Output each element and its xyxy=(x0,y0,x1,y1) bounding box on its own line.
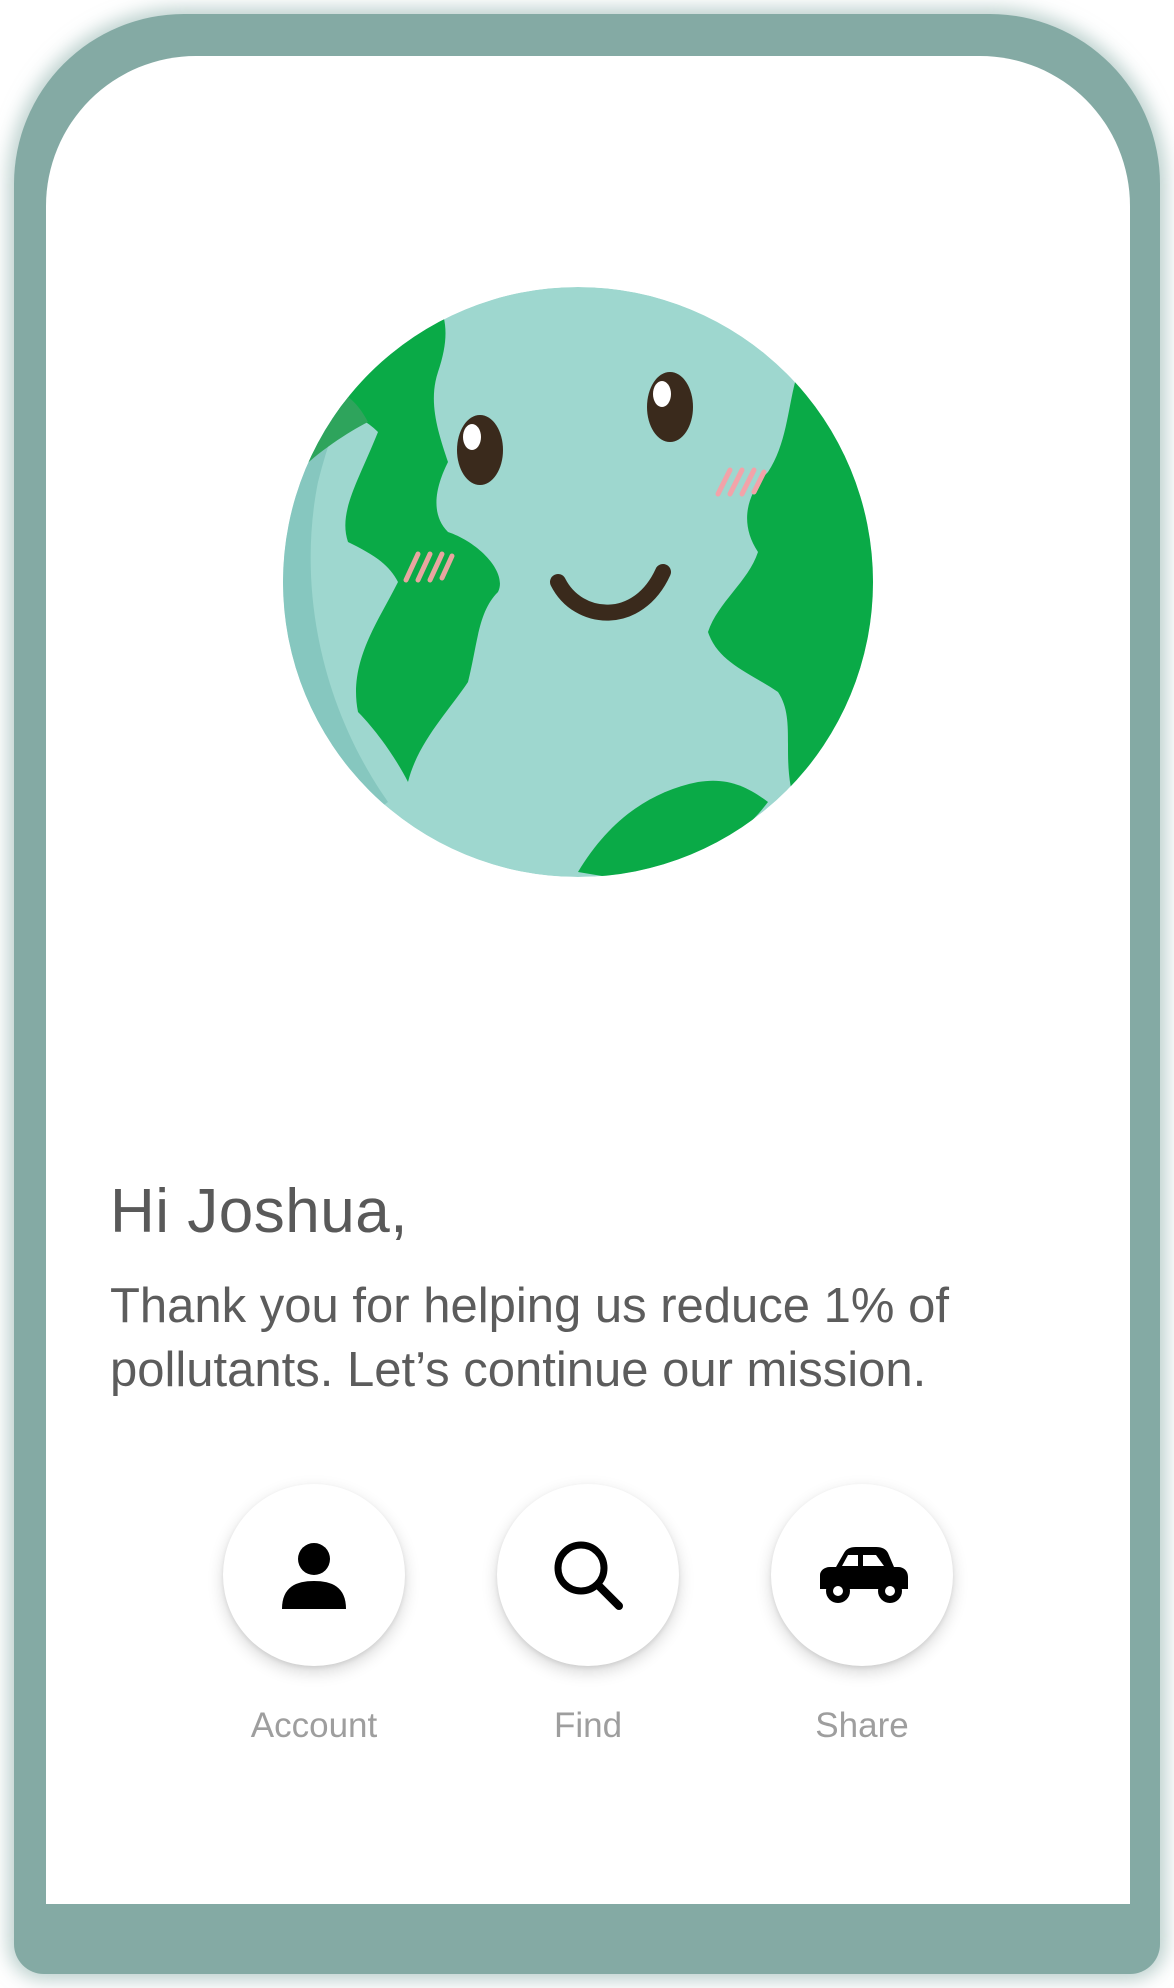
share-button[interactable]: Share xyxy=(752,1484,972,1746)
smiling-earth-illustration xyxy=(283,287,873,877)
account-button[interactable]: Account xyxy=(204,1484,424,1746)
search-icon xyxy=(554,1541,623,1610)
share-circle[interactable] xyxy=(771,1484,953,1666)
find-circle[interactable] xyxy=(497,1484,679,1666)
app-screen: Hi Joshua, Thank you for helping us redu… xyxy=(46,56,1130,1904)
share-label: Share xyxy=(815,1706,909,1745)
greeting-heading: Hi Joshua, xyxy=(110,1177,408,1246)
car-icon xyxy=(820,1547,908,1603)
right-eye xyxy=(647,372,693,442)
account-label: Account xyxy=(250,1706,378,1745)
action-bar: Account Find Share xyxy=(46,1484,1130,1804)
find-button[interactable]: Find xyxy=(478,1484,698,1746)
find-label: Find xyxy=(553,1706,623,1745)
impact-message: Thank you for helping us reduce 1% of po… xyxy=(110,1279,949,1397)
account-circle[interactable] xyxy=(223,1484,405,1666)
device-frame: Hi Joshua, Thank you for helping us redu… xyxy=(0,0,1174,1988)
person-icon xyxy=(282,1543,346,1609)
left-eye xyxy=(457,415,503,485)
